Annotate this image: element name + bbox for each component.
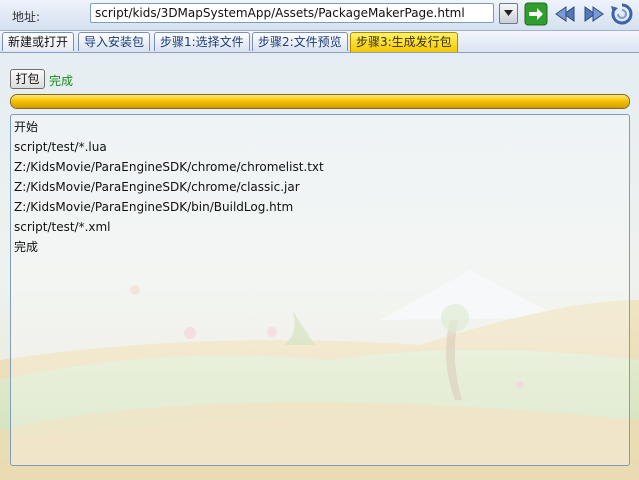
status-text: 完成 bbox=[49, 74, 74, 88]
address-bar: 地址: script/kids/3DMapSystemApp/Assets/Pa… bbox=[0, 0, 639, 31]
refresh-icon bbox=[611, 3, 633, 25]
back-button[interactable] bbox=[553, 2, 577, 26]
address-input[interactable]: script/kids/3DMapSystemApp/Assets/Packag… bbox=[90, 3, 494, 23]
tab-new-or-open[interactable]: 新建或打开 bbox=[2, 32, 75, 51]
address-dropdown-button[interactable] bbox=[499, 3, 518, 24]
tab-step2-preview[interactable]: 步骤2:文件预览 bbox=[252, 32, 348, 51]
address-label: 地址: bbox=[12, 10, 41, 24]
pack-button[interactable]: 打包 bbox=[10, 69, 45, 89]
tab-step3-generate[interactable]: 步骤3:生成发行包 bbox=[350, 32, 458, 52]
progress-bar bbox=[10, 94, 630, 109]
refresh-button[interactable] bbox=[610, 2, 634, 26]
back-icon bbox=[555, 6, 575, 22]
log-line: 开始 bbox=[14, 120, 39, 134]
tab-bar: 新建或打开 导入安装包 步骤1:选择文件 步骤2:文件预览 步骤3:生成发行包 bbox=[0, 31, 639, 53]
log-line: 完成 bbox=[14, 240, 39, 254]
forward-button[interactable] bbox=[582, 2, 606, 26]
log-line: Z:/KidsMovie/ParaEngineSDK/chrome/classi… bbox=[14, 180, 300, 194]
log-line: Z:/KidsMovie/ParaEngineSDK/chrome/chrome… bbox=[14, 160, 324, 174]
forward-icon bbox=[584, 6, 604, 22]
progress-fill bbox=[11, 95, 629, 108]
log-line: Z:/KidsMovie/ParaEngineSDK/bin/BuildLog.… bbox=[14, 200, 294, 214]
tab-step1-select-files[interactable]: 步骤1:选择文件 bbox=[154, 32, 250, 51]
go-button[interactable] bbox=[524, 2, 548, 26]
log-line: script/test/*.xml bbox=[14, 220, 111, 234]
go-arrow-icon bbox=[524, 2, 548, 26]
log-output[interactable]: 开始 script/test/*.lua Z:/KidsMovie/ParaEn… bbox=[10, 114, 630, 466]
log-line: script/test/*.lua bbox=[14, 140, 107, 154]
chevron-down-icon bbox=[504, 10, 513, 16]
tab-import-package[interactable]: 导入安装包 bbox=[78, 32, 151, 51]
